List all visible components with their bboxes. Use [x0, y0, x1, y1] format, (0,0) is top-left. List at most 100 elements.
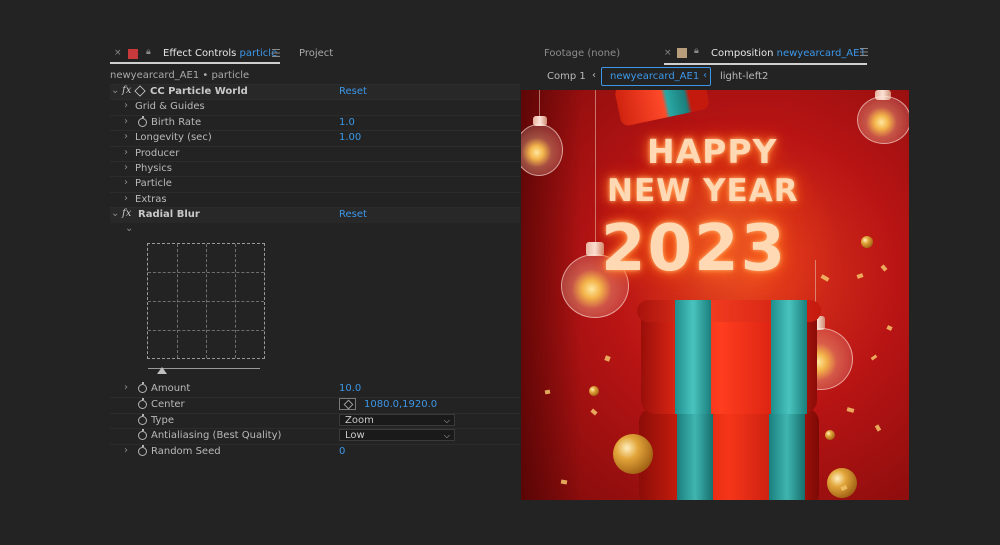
reset-button[interactable]: Reset	[339, 209, 367, 220]
fx-icon[interactable]: fx	[122, 208, 131, 219]
breadcrumb: newyearcard_AE1 • particle	[110, 70, 250, 81]
close-icon[interactable]: ×	[114, 48, 122, 58]
chevron-right-icon[interactable]: ›	[124, 193, 128, 204]
property-row[interactable]: Type Zoom ⌵	[110, 412, 520, 429]
antialiasing-dropdown[interactable]: Low ⌵	[339, 429, 455, 442]
property-label: Center	[151, 399, 185, 411]
stopwatch-icon[interactable]	[138, 382, 147, 393]
comp-nav-active[interactable]: newyearcard_AE1	[601, 67, 711, 86]
stopwatch-icon[interactable]	[138, 398, 147, 410]
property-row[interactable]: Antialiasing (Best Quality) Low ⌵	[110, 428, 520, 444]
neon-line-1: HAPPY	[647, 132, 778, 171]
dropdown-value: Low	[345, 430, 365, 442]
property-label: Grid & Guides	[135, 101, 205, 113]
close-icon[interactable]: ×	[664, 48, 672, 58]
amount-slider-handle[interactable]	[157, 367, 167, 374]
lock-icon[interactable]: 🔒︎	[146, 47, 151, 57]
tab-composition-label: Composition	[711, 48, 774, 59]
comp-label-swatch	[677, 48, 687, 58]
panel-menu-icon[interactable]: ☰	[271, 47, 281, 60]
reset-button[interactable]: Reset	[339, 86, 367, 97]
falling-gift-box	[613, 90, 711, 127]
custom-ui-toggle-row[interactable]: ⌄	[110, 223, 520, 238]
active-tab-underline	[664, 63, 867, 65]
grid-line	[148, 301, 264, 302]
chevron-right-icon[interactable]: ›	[124, 116, 128, 127]
tab-composition[interactable]: Composition newyearcard_AE1	[711, 48, 866, 59]
tab-effect-controls-label: Effect Controls	[163, 48, 237, 59]
tab-project[interactable]: Project	[299, 48, 333, 59]
chevron-down-icon[interactable]: ⌄	[125, 223, 133, 234]
property-row[interactable]: › Physics	[110, 161, 520, 177]
property-label: Type	[151, 414, 174, 426]
property-value[interactable]: 10.0	[339, 383, 361, 394]
chevron-left-icon[interactable]: ‹	[703, 70, 707, 81]
gold-ornament	[827, 468, 857, 498]
property-row[interactable]: › Birth Rate 1.0	[110, 114, 520, 131]
dropdown-arrow-icon: ⌵	[443, 431, 450, 441]
comp-nav-light-left2[interactable]: light-left2	[720, 71, 768, 82]
neon-line-2: NEW YEAR	[607, 173, 799, 209]
chevron-right-icon[interactable]: ›	[124, 162, 128, 173]
property-label: Random Seed	[151, 445, 221, 457]
property-label: Longevity (sec)	[135, 132, 212, 144]
stopwatch-icon[interactable]	[138, 413, 147, 425]
chevron-right-icon[interactable]: ›	[124, 147, 128, 158]
property-row[interactable]: › Producer	[110, 145, 520, 162]
gold-ornament	[861, 236, 873, 248]
comp-nav-active-label: newyearcard_AE1	[610, 71, 700, 82]
tab-effect-controls[interactable]: Effect Controls particle	[163, 48, 277, 59]
property-value[interactable]: 0	[339, 446, 345, 457]
comp-nav-comp1[interactable]: Comp 1	[547, 71, 586, 82]
property-row[interactable]: › Longevity (sec) 1.00	[110, 130, 520, 146]
gift-ribbon	[771, 300, 807, 414]
effect-header-radial-blur[interactable]: ⌄ fx Radial Blur Reset	[110, 207, 520, 224]
chevron-right-icon[interactable]: ›	[124, 177, 128, 188]
chevron-left-icon[interactable]: ‹	[592, 70, 596, 81]
dropdown-value: Zoom	[345, 414, 374, 426]
property-row[interactable]: › Grid & Guides	[110, 99, 520, 115]
lock-icon[interactable]: 🔒︎	[694, 46, 699, 56]
grid-line	[148, 330, 264, 331]
confetti	[604, 355, 611, 362]
confetti	[874, 424, 882, 432]
chevron-down-icon[interactable]: ⌄	[111, 85, 119, 96]
dropdown-arrow-icon: ⌵	[443, 415, 450, 425]
chevron-right-icon[interactable]: ›	[124, 445, 128, 456]
stopwatch-icon[interactable]	[138, 115, 147, 127]
radial-blur-center-widget[interactable]	[147, 243, 265, 359]
confetti	[544, 389, 551, 395]
property-row[interactable]: › Random Seed 0	[110, 443, 520, 460]
tab-footage[interactable]: Footage (none)	[544, 48, 620, 59]
confetti	[590, 408, 598, 416]
property-row[interactable]: › Particle	[110, 176, 520, 192]
property-value[interactable]: 1080.0,1920.0	[364, 399, 437, 410]
stopwatch-icon[interactable]	[138, 444, 147, 456]
property-value[interactable]: 1.00	[339, 132, 361, 143]
target-icon[interactable]	[339, 398, 356, 411]
composition-viewer[interactable]: HAPPY NEW YEAR 2023	[521, 90, 909, 500]
panel-menu-icon[interactable]: ☰	[859, 46, 869, 59]
chevron-down-icon[interactable]: ⌄	[111, 208, 119, 219]
fx-icon[interactable]: fx	[122, 85, 131, 96]
property-label: Extras	[135, 193, 167, 205]
property-label: Amount	[151, 383, 191, 394]
grid-line	[148, 272, 264, 273]
chevron-right-icon[interactable]: ›	[124, 100, 128, 111]
property-row[interactable]: › Amount 10.0	[110, 382, 520, 397]
active-tab-underline	[110, 62, 280, 64]
effect-controls-tabbar: × 🔒︎ Effect Controls particle ☰ Project	[110, 44, 520, 66]
tab-composition-name: newyearcard_AE1	[776, 48, 866, 59]
effect-header-cc-particle-world[interactable]: ⌄ fx CC Particle World Reset	[110, 84, 520, 100]
bulb-wire	[595, 90, 596, 245]
stopwatch-icon[interactable]	[138, 429, 147, 441]
chevron-right-icon[interactable]: ›	[124, 382, 128, 393]
effect-name: CC Particle World	[150, 86, 248, 97]
property-row[interactable]: Center 1080.0,1920.0	[110, 397, 520, 413]
property-value[interactable]: 1.0	[339, 117, 355, 128]
confetti	[880, 264, 888, 272]
type-dropdown[interactable]: Zoom ⌵	[339, 413, 455, 426]
property-row[interactable]: › Extras	[110, 191, 520, 208]
chevron-right-icon[interactable]: ›	[124, 131, 128, 142]
neon-line-3: 2023	[601, 212, 788, 286]
